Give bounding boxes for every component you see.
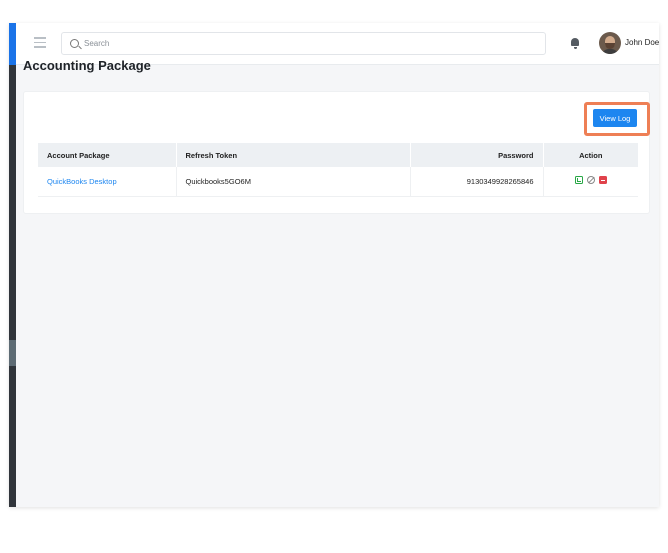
action-cell (543, 167, 638, 197)
table-header-row: Account Package Refresh Token Password A… (38, 143, 638, 167)
column-header-account-package: Account Package (38, 143, 177, 167)
bell-icon[interactable] (570, 37, 580, 49)
avatar[interactable] (599, 32, 621, 54)
search-input[interactable] (84, 35, 524, 52)
column-header-action: Action (543, 143, 638, 167)
column-header-password: Password (410, 143, 544, 167)
sidebar-active-indicator (9, 23, 16, 65)
view-log-button[interactable]: View Log (593, 109, 637, 127)
menu-icon[interactable] (34, 37, 46, 49)
view-icon[interactable] (574, 176, 583, 185)
column-header-refresh-token: Refresh Token (176, 143, 411, 167)
refresh-token-cell: Quickbooks5GO6M (176, 167, 411, 197)
sidebar (9, 23, 16, 507)
accounting-table: Account Package Refresh Token Password A… (38, 143, 638, 197)
account-package-cell: QuickBooks Desktop (38, 167, 177, 197)
search-icon (70, 39, 79, 48)
search-box[interactable] (61, 32, 546, 55)
edit-icon[interactable] (586, 176, 595, 185)
account-package-link[interactable]: QuickBooks Desktop (47, 177, 117, 186)
sidebar-scroll-thumb[interactable] (9, 340, 16, 366)
table-row: QuickBooks Desktop Quickbooks5GO6M 91303… (38, 167, 638, 197)
page-title: Accounting Package (23, 58, 151, 73)
user-name[interactable]: John Doe (625, 38, 659, 47)
password-cell: 9130349928265846 (410, 167, 544, 197)
delete-icon[interactable] (598, 176, 607, 185)
